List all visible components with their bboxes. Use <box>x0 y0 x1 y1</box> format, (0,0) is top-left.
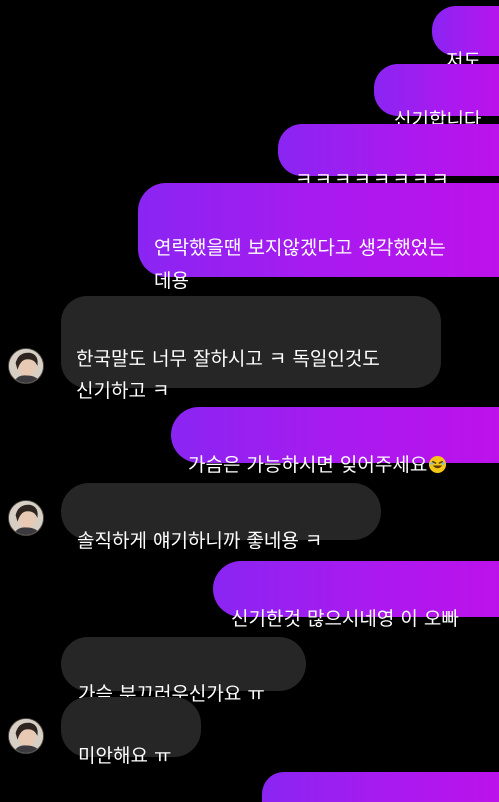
contact-avatar[interactable] <box>8 500 44 536</box>
rolling-on-floor-laughing-icon <box>428 455 447 474</box>
contact-avatar[interactable] <box>8 718 44 754</box>
message-bubble-received[interactable]: 미안해요 ㅠ <box>61 697 201 767</box>
avatar-image <box>9 349 43 383</box>
message-bubble-sent[interactable]: 연락했을땐 보지않겠다고 생각했었는 데용 <box>138 183 499 292</box>
contact-avatar[interactable] <box>8 348 44 384</box>
message-bubble-sent[interactable]: 가슴은 가능하시면 잊어주세요 <box>171 407 499 476</box>
message-text: 한국말도 너무 잘하시고 ㅋ 독일인것도 신기하고 ㅋ <box>76 348 380 402</box>
message-bubble-sent[interactable]: 신기한것 많으시네영 이 오빠 <box>213 561 499 630</box>
message-text: 가슴은 가능하시면 잊어주세요 <box>188 454 428 476</box>
message-bubble-sent[interactable]: 신기합니다 <box>374 64 499 131</box>
message-bubble-sent[interactable]: 저도 <box>432 6 499 72</box>
message-text: 신기한것 많으시네영 이 오빠 <box>231 608 459 630</box>
message-bubble-received[interactable]: 가슴 부끄러우신가요 ㅠ <box>61 637 306 705</box>
avatar-image <box>9 501 43 535</box>
message-bubble-received[interactable]: 한국말도 너무 잘하시고 ㅋ 독일인것도 신기하고 ㅋ <box>61 296 441 402</box>
message-text: 연락했을땐 보지않겠다고 생각했었는 데용 <box>154 237 446 292</box>
message-text: 미안해요 ㅠ <box>78 745 172 767</box>
message-bubble-sent-partial[interactable] <box>262 772 499 802</box>
chat-thread: 저도 신기합니다 ㅋㅋㅋㅋㅋㅋㅋㅋ 연락했을땐 보지않겠다고 생각했었는 데용 … <box>0 0 499 802</box>
avatar-image <box>9 719 43 753</box>
message-bubble-sent[interactable]: ㅋㅋㅋㅋㅋㅋㅋㅋ <box>278 124 499 191</box>
message-text: 솔직하게 얘기하니까 좋네용 ㅋ <box>77 530 323 552</box>
message-bubble-received[interactable]: 솔직하게 얘기하니까 좋네용 ㅋ <box>61 483 381 552</box>
